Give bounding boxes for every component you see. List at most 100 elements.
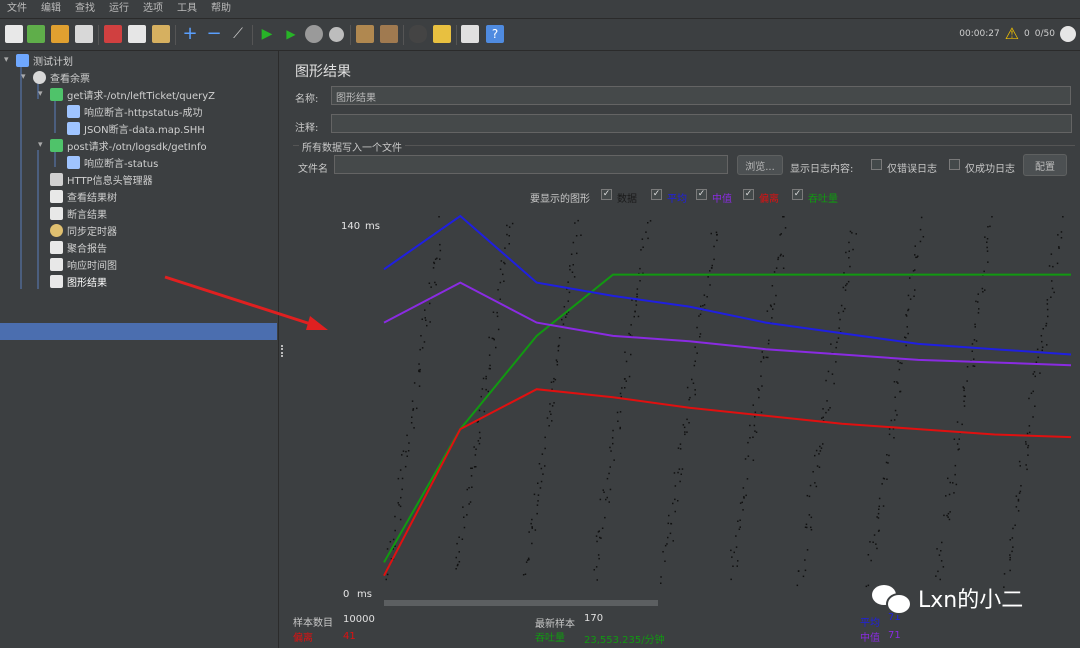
- open-folder-icon[interactable]: [51, 25, 69, 43]
- tree-node[interactable]: 响应断言-httpstatus-成功: [67, 103, 202, 120]
- menu-help[interactable]: 帮助: [204, 0, 238, 18]
- tree-node-label: 查看余票: [50, 74, 90, 85]
- legend-checkbox[interactable]: ✓: [743, 189, 754, 200]
- success-only-checkbox[interactable]: [949, 159, 960, 170]
- data-point: [398, 504, 400, 506]
- tree-node[interactable]: 断言结果: [50, 205, 107, 222]
- cut-icon[interactable]: [104, 25, 122, 43]
- tree-toggle[interactable]: ▾: [38, 141, 46, 150]
- tree-toggle[interactable]: ▾: [4, 56, 12, 65]
- elapsed-time: 00:00:27: [959, 29, 1000, 39]
- menu-edit[interactable]: 编辑: [34, 0, 68, 18]
- tree-node[interactable]: JSON断言-data.map.SHH: [67, 120, 205, 137]
- data-point: [935, 575, 937, 577]
- new-icon[interactable]: [5, 25, 23, 43]
- expand-icon[interactable]: +: [181, 25, 199, 43]
- tree-toggle[interactable]: ▾: [38, 90, 46, 99]
- save-icon[interactable]: [75, 25, 93, 43]
- graph-scrollbar[interactable]: [384, 600, 658, 606]
- legend-checkbox[interactable]: ✓: [601, 189, 612, 200]
- name-field[interactable]: 图形结果: [331, 86, 1071, 105]
- data-point: [804, 569, 807, 572]
- data-point: [593, 569, 595, 571]
- help-icon[interactable]: ?: [486, 25, 504, 43]
- legend-checkbox[interactable]: ✓: [792, 189, 803, 200]
- warning-icon[interactable]: ⚠: [1005, 26, 1019, 42]
- data-point: [754, 416, 756, 418]
- tree-node[interactable]: HTTP信息头管理器: [50, 171, 153, 188]
- tree-node[interactable]: 查看余票: [33, 69, 90, 86]
- toggle-icon[interactable]: ⟋: [229, 25, 247, 43]
- errors-only-checkbox[interactable]: [871, 159, 882, 170]
- data-point: [434, 281, 436, 284]
- data-point: [696, 352, 698, 354]
- data-point: [693, 364, 696, 367]
- tree-node[interactable]: 同步定时器: [50, 222, 117, 239]
- data-point: [424, 309, 426, 311]
- data-point: [958, 438, 960, 440]
- data-point: [608, 501, 610, 503]
- tree-node[interactable]: 响应断言-status: [67, 154, 158, 171]
- data-point: [568, 291, 571, 294]
- data-point: [963, 405, 966, 407]
- tree-node[interactable]: get请求-/otn/leftTicket/queryZ: [50, 86, 215, 103]
- tree-node[interactable]: 查看结果树: [50, 188, 117, 205]
- data-point: [684, 433, 686, 436]
- data-point: [973, 339, 976, 341]
- data-point: [458, 561, 461, 563]
- configure-button[interactable]: 配置: [1023, 154, 1067, 176]
- data-point: [907, 332, 909, 335]
- data-point: [922, 236, 925, 238]
- tree-toggle[interactable]: ▾: [21, 73, 29, 82]
- data-point: [504, 262, 506, 265]
- data-point: [664, 560, 666, 562]
- tree-node[interactable]: 测试计划: [16, 52, 73, 69]
- menu-options[interactable]: 选项: [136, 0, 170, 18]
- menu-file[interactable]: 文件: [0, 0, 34, 18]
- reset-search-icon[interactable]: [433, 25, 451, 43]
- menu-tools[interactable]: 工具: [170, 0, 204, 18]
- data-point: [526, 559, 529, 561]
- data-point: [1052, 265, 1054, 268]
- browse-button[interactable]: 浏览...: [737, 155, 783, 175]
- legend-checkbox[interactable]: ✓: [696, 189, 707, 200]
- menu-run[interactable]: 运行: [102, 0, 136, 18]
- tree-node[interactable]: 图形结果: [50, 273, 107, 290]
- stop-icon[interactable]: [305, 25, 323, 43]
- data-point: [469, 501, 472, 503]
- templates-icon[interactable]: [27, 25, 45, 43]
- data-point: [975, 340, 978, 342]
- copy-icon[interactable]: [128, 25, 146, 43]
- comment-field[interactable]: [331, 114, 1072, 133]
- data-point: [847, 280, 850, 283]
- data-point: [537, 500, 539, 502]
- collapse-icon[interactable]: −: [205, 25, 223, 43]
- search-icon[interactable]: [409, 25, 427, 43]
- data-point: [843, 272, 845, 274]
- start-icon[interactable]: ▶: [258, 25, 276, 43]
- shutdown-icon[interactable]: [329, 27, 344, 42]
- tree-node[interactable]: 响应时间图: [50, 256, 117, 273]
- data-point: [1045, 322, 1048, 325]
- data-point: [942, 566, 945, 568]
- menu-search[interactable]: 查找: [68, 0, 102, 18]
- paste-icon[interactable]: [152, 25, 170, 43]
- data-point: [805, 523, 808, 526]
- data-point: [404, 465, 407, 468]
- legend-checkbox[interactable]: ✓: [651, 189, 662, 200]
- data-point: [686, 431, 688, 433]
- data-point: [760, 375, 762, 377]
- data-point: [625, 360, 628, 363]
- tree-node[interactable]: 聚合报告: [50, 239, 107, 256]
- filename-field[interactable]: [334, 155, 728, 174]
- clear-icon[interactable]: [356, 25, 374, 43]
- tree-node[interactable]: post请求-/otn/logsdk/getInfo: [50, 137, 207, 154]
- data-point: [612, 429, 614, 432]
- clear-all-icon[interactable]: [380, 25, 398, 43]
- data-point: [827, 370, 830, 373]
- function-helper-icon[interactable]: [461, 25, 479, 43]
- data-point: [681, 468, 684, 470]
- start-no-pause-icon[interactable]: ▶: [282, 25, 300, 43]
- data-point: [456, 542, 458, 545]
- data-point: [966, 380, 968, 382]
